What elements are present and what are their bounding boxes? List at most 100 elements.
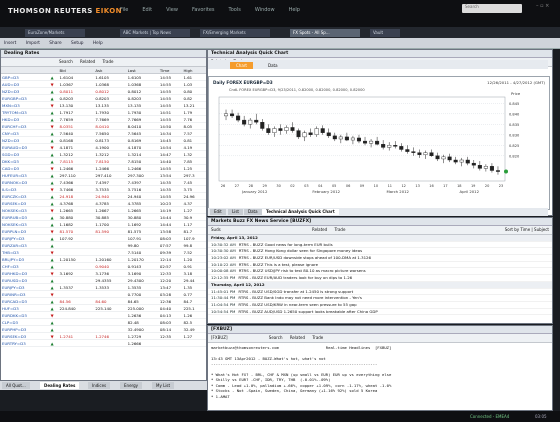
table-row[interactable]: NOKSEK=D3 ▲ 1.1682 1.1700 1.1692 14:44 1.17: [1, 220, 206, 228]
table-row[interactable]: EURNOK=D3 ▲ 7.4366 7.4397 7.4397 14:35 7.45: [1, 178, 206, 186]
news-item[interactable]: 12:12:35 PM RTRS - BUZZ EUR/AUD traders l…: [208, 275, 552, 282]
news-item[interactable]: 10:30:32 AM RTRS - BUZZ Good news for lon…: [208, 242, 552, 249]
chart-area[interactable]: Daily FOREX EURGBP=D3 12/26/2011 - 4/27/2…: [208, 76, 550, 210]
trade-menu[interactable]: Trade: [103, 59, 114, 64]
news-headline[interactable]: RTRS - BUZZ EUR/AUD traders look for buy…: [238, 275, 352, 280]
toolbar-setup[interactable]: Setup: [71, 41, 84, 46]
story-trade-menu[interactable]: Trade: [312, 335, 323, 340]
table-row[interactable]: EURSEK=D3 ▼ 1.2741 1.2746 1.2729 12:35 1.27: [1, 332, 206, 340]
toolbar-help[interactable]: Help: [93, 41, 103, 46]
table-row[interactable]: NOKSEK=D3 ▼ 1.2665 1.2667 1.2665 14:19 1.27: [1, 206, 206, 214]
search-input[interactable]: Search: [462, 4, 522, 13]
news-item[interactable]: 10:54:54 PM RTRS - BUZZ AUD/USD 1.2650 su…: [208, 309, 552, 316]
story-code-input[interactable]: [FXBUZ]: [211, 335, 228, 340]
table-row[interactable]: EURPLN=D3 ▼ 81.570 81.590 81.575 13:58 81.7: [1, 227, 206, 235]
menu-item-file[interactable]: File: [120, 7, 128, 13]
news-headline[interactable]: RTRS - BUZZ Hong Kong dollar seen for Si…: [239, 248, 362, 253]
news-sort[interactable]: Sort by Time | Subject: [505, 227, 549, 232]
news-headline[interactable]: RTRS - BUZZ EUR/USD downside stops ahead…: [239, 255, 371, 260]
tab-energy[interactable]: Energy: [120, 382, 143, 389]
table-row[interactable]: EURPHP=D3 ▲ 32.4900 08:14 32.49: [1, 325, 206, 333]
toolbar-import[interactable]: Import: [26, 41, 40, 46]
tab-list[interactable]: List: [228, 209, 243, 215]
table-row[interactable]: EURGBP=D3 ▲ 0.8203 0.8203 0.8203 14:55 0.82: [1, 94, 206, 102]
story-related-menu[interactable]: Related: [290, 335, 305, 340]
related-menu[interactable]: Related: [80, 59, 95, 64]
table-row[interactable]: THB=D3 ▼ 7.5140 09:39 7.52: [1, 248, 206, 256]
table-row[interactable]: EURCHF=D3 ▼ 8.0351 8.0410 8.0410 14:50 8.05: [1, 122, 206, 130]
tab-my-list[interactable]: My List: [152, 382, 175, 389]
menu-item-window[interactable]: Window: [255, 7, 275, 13]
menu-item-view[interactable]: View: [166, 7, 178, 13]
table-row[interactable]: AUD=D3 ▼ 1.0367 1.0368 1.0368 14:55 1.03: [1, 80, 206, 88]
menu-item-tools[interactable]: Tools: [229, 7, 241, 13]
table-row[interactable]: CAD=D3 ▼ 1.2466 1.2466 1.2466 14:55 1.25: [1, 164, 206, 172]
menu-item-favorites[interactable]: Favorites: [192, 7, 215, 13]
window-controls[interactable]: – ▫ ×: [536, 3, 549, 9]
table-row[interactable]: EURCAD=D3 ▲ 84.56 84.60 84.65 12:36 84.7: [1, 297, 206, 305]
news-headline[interactable]: RTRS - BUZZ AUD/USD 1.2650 support looks…: [238, 309, 377, 314]
menu-item-help[interactable]: Help: [289, 7, 300, 13]
tab-all-quotes[interactable]: All Quot...: [2, 382, 30, 389]
table-row[interactable]: MXN=D3 ▼ 13.130 13.135 13.135 14:55 13.21: [1, 101, 206, 109]
tab-dealing-rates[interactable]: Dealing Rates: [40, 382, 80, 389]
table-row[interactable]: HUFEUR=D3 ▲ 297.110 297.410 297.300 13:54 297.…: [1, 171, 206, 179]
tab-chart[interactable]: Chart: [230, 62, 253, 69]
news-search-input[interactable]: Suds: [211, 227, 221, 232]
table-row[interactable]: DKK=D3 ▲ 7.8115 7.8150 7.8150 14:40 7.85: [1, 157, 206, 165]
news-item[interactable]: 10:10:22 AM RTRS - BUZZ This is a test, p…: [208, 262, 552, 269]
table-row[interactable]: EURRUB=D3 ▲ 30.880 30.885 30.880 14:44 30.9: [1, 213, 206, 221]
news-item[interactable]: 11:30:44 PM RTRS - BUZZ Bank Indo may not…: [208, 295, 552, 302]
table-row[interactable]: GBP=D3 ▲ 1.6104 1.6105 1.6105 14:55 1.61: [1, 73, 206, 81]
news-item[interactable]: 10:00:08 AM RTRS - BUZZ USD/JPY risk to t…: [208, 268, 552, 276]
table-row[interactable]: EURUSD=D3 ▲ 29.4355 29.4300 12:20 29.44: [1, 276, 206, 284]
table-row[interactable]: CNY=D3 ▲ 7.5640 7.5650 7.5645 14:34 7.57: [1, 129, 206, 137]
table-row[interactable]: EURZAR=D3 ▲ 99.80 07:57 99.8: [1, 241, 206, 249]
news-related-menu[interactable]: Related: [312, 227, 327, 232]
table-row[interactable]: EURCZK=D3 ▲ 24.918 24.940 24.940 14:55 24.96: [1, 192, 206, 200]
search-button[interactable]: Search: [59, 59, 73, 64]
table-row[interactable]: EURTRY=D3 ▲ 1.2666: [1, 339, 206, 347]
table-row[interactable]: EURSEK=D3 ▲ 4.3768 4.3785 4.3785 10:23 4.37: [1, 199, 206, 207]
table-row[interactable]: EURJPY=D3 ▲ 107.92 107.91 08:03 107.9: [1, 234, 206, 242]
news-trade-menu[interactable]: Trade: [334, 227, 345, 232]
window-tab-5[interactable]: Vault: [370, 29, 400, 37]
news-headline[interactable]: RTRS - BUZZ This is a test, please ignor…: [239, 262, 318, 267]
tab-indices[interactable]: Indices: [88, 382, 111, 389]
menu-item-edit[interactable]: Edit: [142, 7, 152, 13]
table-row[interactable]: EURAUD=D3 ▼ 4.1871 4.1900 4.1870 14:54 4.19: [1, 143, 206, 151]
toolbar-insert[interactable]: Insert: [4, 41, 16, 46]
news-headline[interactable]: RTRS - BUZZ USD/KRW in near-term seen pr…: [238, 302, 356, 307]
tab-edit[interactable]: Edit: [210, 209, 226, 215]
window-tab-1[interactable]: EuroZone/Markets: [25, 29, 85, 37]
news-item[interactable]: 10:23:02 AM RTRS - BUZZ EUR/USD downside …: [208, 255, 552, 262]
window-tab-3[interactable]: FX/Emerging Markets: [200, 29, 270, 37]
table-row[interactable]: HKD=D3 ▲ 7.7659 7.7669 7.7669 14:55 7.76: [1, 115, 206, 123]
news-item[interactable]: 11:45:01 PM RTRS - BUZZ USD/SGD transfer …: [208, 289, 552, 296]
table-row[interactable]: EURINR=D3 ▼ 0.7700 03:28 0.77: [1, 290, 206, 298]
table-row[interactable]: TRYTOM=D3 ▲ 1.7917 1.7930 1.7930 14:51 1.79: [1, 108, 206, 116]
table-row[interactable]: HUF=D3 ▲ 224.840 225.140 225.000 04:40 225.1: [1, 304, 206, 312]
window-tab-4[interactable]: FX Spots - All Sp...: [290, 29, 360, 37]
news-headline[interactable]: RTRS - BUZZ Good news for long-term EUR …: [239, 242, 333, 247]
table-row[interactable]: EURHKD=D3 ▼ 3.1692 3.1736 3.1690 12:33 3.18: [1, 269, 206, 277]
table-row[interactable]: NZD=D3 ▲ 0.8011 0.8012 0.8012 14:55 0.80: [1, 87, 206, 95]
candlestick-chart[interactable]: Daily FOREX EURGBP=D3 12/26/2011 - 4/27/2…: [209, 77, 549, 209]
table-row[interactable]: SGD=D3 ▲ 1.3212 1.3212 1.3214 14:47 1.32: [1, 150, 206, 158]
tab-data[interactable]: Data: [262, 62, 284, 69]
window-tab-2[interactable]: ABC Markets | Top News: [120, 29, 190, 37]
story-search-button[interactable]: Search: [269, 335, 283, 340]
table-row[interactable]: NZD=D3 ▲ 0.8168 0.8173 0.8169 14:45 0.81: [1, 136, 206, 144]
table-row[interactable]: EURDKK=D3 ▼ 1.2636 04:13 1.26: [1, 311, 206, 319]
table-row[interactable]: BRLJPY=D3 ▲ 1.20150 1.20160 1.20170 12:14 1.20: [1, 255, 206, 263]
table-row[interactable]: CLP=D3 ▲ 82.48 08:03 82.5: [1, 318, 206, 326]
news-headline[interactable]: RTRS - BUZZ USD/SGD transfer at 1.2450 i…: [238, 289, 353, 294]
tab-ta-quick-chart[interactable]: Technical Analysis Quick Chart: [262, 209, 339, 215]
table-row[interactable]: EURJPY=D3 ▲ 1.3537 1.3533 1.3535 13:47 1.35: [1, 283, 206, 291]
news-item[interactable]: 10:30:30 AM RTRS - BUZZ Hong Kong dollar …: [208, 248, 552, 256]
tab-chart-data[interactable]: Data: [244, 209, 262, 215]
news-item[interactable]: 11:04:54 PM RTRS - BUZZ USD/KRW in near-t…: [208, 302, 552, 309]
news-headline[interactable]: RTRS - BUZZ USD/JPY risk to test 80.10 a…: [239, 268, 366, 273]
table-row[interactable]: ILS=D3 ▼ 3.7466 3.7535 3.7516 14:35 3.75: [1, 185, 206, 193]
news-headline[interactable]: RTRS - BUZZ Bank Indo may not need more …: [238, 295, 362, 300]
